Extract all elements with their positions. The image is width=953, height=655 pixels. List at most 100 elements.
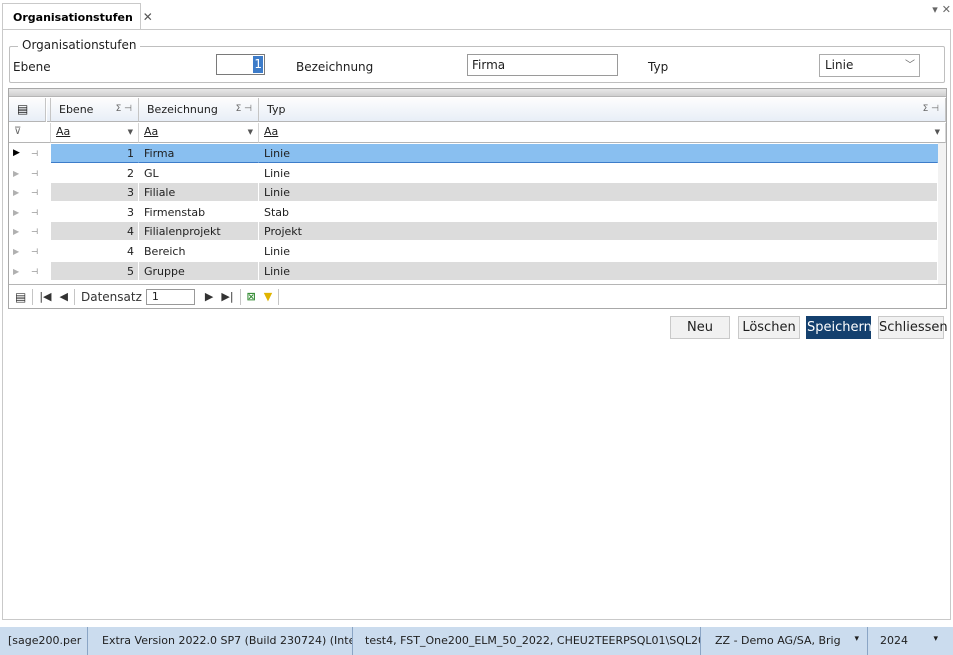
sum-pin-icon[interactable]: Σ ⊣ [923, 98, 939, 121]
filter-icon[interactable]: ⊽ [9, 123, 51, 143]
cell-typ[interactable]: Linie [259, 261, 938, 281]
filter-cell-typ[interactable]: Aa ▼ [259, 123, 946, 143]
cell-ebene[interactable]: 3 [51, 202, 139, 222]
pin-icon[interactable]: ⊣ [31, 242, 38, 261]
next-record-icon[interactable]: ▶ [205, 290, 213, 303]
neu-button[interactable]: Neu [670, 316, 730, 339]
table-row[interactable]: ▶ ⊣ 4 Bereich Linie [9, 242, 946, 262]
cell-typ[interactable]: Projekt [259, 222, 938, 242]
status-database: test4, FST_One200_ELM_50_2022, CHEU2TEER… [353, 627, 701, 655]
chevron-down-icon[interactable]: ▼ [128, 123, 133, 141]
company-value: ZZ - Demo AG/SA, Brig [715, 634, 841, 647]
cell-ebene[interactable]: 2 [51, 163, 139, 183]
separator [32, 288, 34, 305]
chevron-down-icon[interactable]: ▼ [248, 123, 253, 141]
close-icon[interactable]: ✕ [942, 3, 951, 16]
cell-typ[interactable]: Linie [259, 163, 938, 183]
grid-scrollbar[interactable] [938, 143, 946, 288]
prev-record-icon[interactable]: ◀ [60, 290, 68, 303]
pin-icon[interactable]: ⊣ [31, 164, 38, 183]
status-company[interactable]: ZZ - Demo AG/SA, Brig ▾ [701, 627, 868, 655]
filter-operator: Aa [144, 125, 159, 138]
pin-icon[interactable]: ⊣ [31, 183, 38, 202]
row-selector[interactable]: ▶ ⊣ [9, 144, 49, 163]
cell-ebene[interactable]: 1 [51, 144, 139, 163]
grid-group-panel [9, 89, 946, 97]
cell-bezeichnung[interactable]: Filiale [139, 183, 259, 203]
column-chooser-icon[interactable]: ▤ [9, 98, 46, 122]
row-selector[interactable]: ▶ ⊣ [9, 183, 49, 202]
cell-ebene[interactable]: 3 [51, 183, 139, 203]
column-header-bezeichnung[interactable]: Bezeichnung Σ ⊣ [139, 98, 259, 122]
window-controls: ▾ ✕ [932, 3, 951, 16]
chevron-down-icon[interactable]: ▾ [854, 627, 859, 653]
typ-select[interactable]: Linie ﹀ [819, 54, 920, 77]
pin-icon[interactable]: ⊣ [31, 144, 38, 163]
row-indicator-icon: ▶ [13, 266, 20, 276]
excel-export-icon[interactable]: ⊠ [247, 290, 256, 303]
cell-bezeichnung[interactable]: Firmenstab [139, 202, 259, 222]
filter-cell-bezeichnung[interactable]: Aa ▼ [139, 123, 259, 143]
chevron-down-icon: ﹀ [905, 60, 915, 71]
status-file: [sage200.per [0, 627, 88, 655]
first-record-icon[interactable]: |◀ [39, 290, 51, 303]
funnel-filter-icon[interactable]: ▼ [264, 290, 272, 303]
last-record-icon[interactable]: ▶| [221, 290, 233, 303]
filter-operator: Aa [264, 125, 279, 138]
table-row[interactable]: ▶ ⊣ 3 Firmenstab Stab [9, 202, 946, 223]
status-bar: [sage200.per Extra Version 2022.0 SP7 (B… [0, 627, 953, 655]
cell-typ[interactable]: Linie [259, 183, 938, 203]
speichern-button[interactable]: Speichern [806, 316, 872, 339]
table-row[interactable]: ▶ ⊣ 2 GL Linie [9, 163, 946, 184]
cell-bezeichnung[interactable]: GL [139, 163, 259, 183]
sum-pin-icon[interactable]: Σ ⊣ [116, 98, 132, 121]
tab-organisationstufen[interactable]: Organisationstufen ✕ [2, 3, 153, 30]
pin-icon[interactable]: ⊣ [31, 262, 38, 281]
sum-pin-icon[interactable]: Σ ⊣ [236, 98, 252, 121]
row-selector[interactable]: ▶ ⊣ [9, 222, 49, 241]
cell-bezeichnung[interactable]: Gruppe [139, 261, 259, 281]
schliessen-button[interactable]: Schliessen [878, 316, 948, 339]
bezeichnung-input[interactable]: Firma [467, 54, 618, 76]
main-panel: Organisationstufen Ebene 1 Bezeichnung F… [2, 29, 951, 620]
chevron-down-icon[interactable]: ▾ [932, 3, 938, 16]
cell-ebene[interactable]: 4 [51, 222, 139, 242]
record-label: Datensatz [80, 289, 142, 304]
cell-bezeichnung[interactable]: Firma [139, 144, 259, 163]
cell-typ[interactable]: Stab [259, 202, 938, 222]
pin-icon[interactable]: ⊣ [31, 203, 38, 222]
cell-typ[interactable]: Linie [259, 144, 938, 163]
row-selector[interactable]: ▶ ⊣ [9, 164, 49, 183]
cell-bezeichnung[interactable]: Filialenprojekt [139, 222, 259, 242]
status-version: Extra Version 2022.0 SP7 (Build 230724) … [88, 627, 353, 655]
column-header-label: Bezeichnung [147, 103, 218, 116]
row-indicator-icon: ▶ [13, 168, 20, 178]
grid-menu-icon[interactable]: ▤ [15, 290, 26, 304]
row-selector[interactable]: ▶ ⊣ [9, 262, 49, 281]
cell-ebene[interactable]: 5 [51, 261, 139, 281]
row-indicator-icon: ▶ [13, 148, 20, 158]
cell-ebene[interactable]: 4 [51, 242, 139, 261]
table-row[interactable]: ▶ ⊣ 4 Filialenprojekt Projekt [9, 222, 946, 242]
status-year[interactable]: 2024 ▾ [868, 627, 946, 655]
row-selector[interactable]: ▶ ⊣ [9, 203, 49, 222]
filter-cell-ebene[interactable]: Aa ▼ [51, 123, 139, 143]
chevron-down-icon[interactable]: ▼ [935, 123, 940, 141]
separator [73, 288, 75, 305]
table-row[interactable]: ▶ ⊣ 5 Gruppe Linie [9, 261, 946, 282]
cell-typ[interactable]: Linie [259, 242, 938, 261]
table-row[interactable]: ▶ ⊣ 1 Firma Linie [9, 144, 946, 164]
column-header-ebene[interactable]: Ebene Σ ⊣ [51, 98, 139, 122]
close-icon[interactable]: ✕ [143, 10, 153, 24]
chevron-down-icon[interactable]: ▾ [933, 627, 938, 653]
table-row[interactable]: ▶ ⊣ 3 Filiale Linie [9, 183, 946, 203]
separator [278, 288, 280, 305]
loeschen-button[interactable]: Löschen [738, 316, 800, 339]
column-header-typ[interactable]: Typ Σ ⊣ [259, 98, 946, 122]
ebene-input[interactable]: 1 [216, 54, 265, 75]
pin-icon[interactable]: ⊣ [31, 222, 38, 241]
cell-bezeichnung[interactable]: Bereich [139, 242, 259, 261]
record-input[interactable]: 1 [145, 288, 195, 305]
year-value: 2024 [880, 634, 908, 647]
row-selector[interactable]: ▶ ⊣ [9, 242, 49, 261]
